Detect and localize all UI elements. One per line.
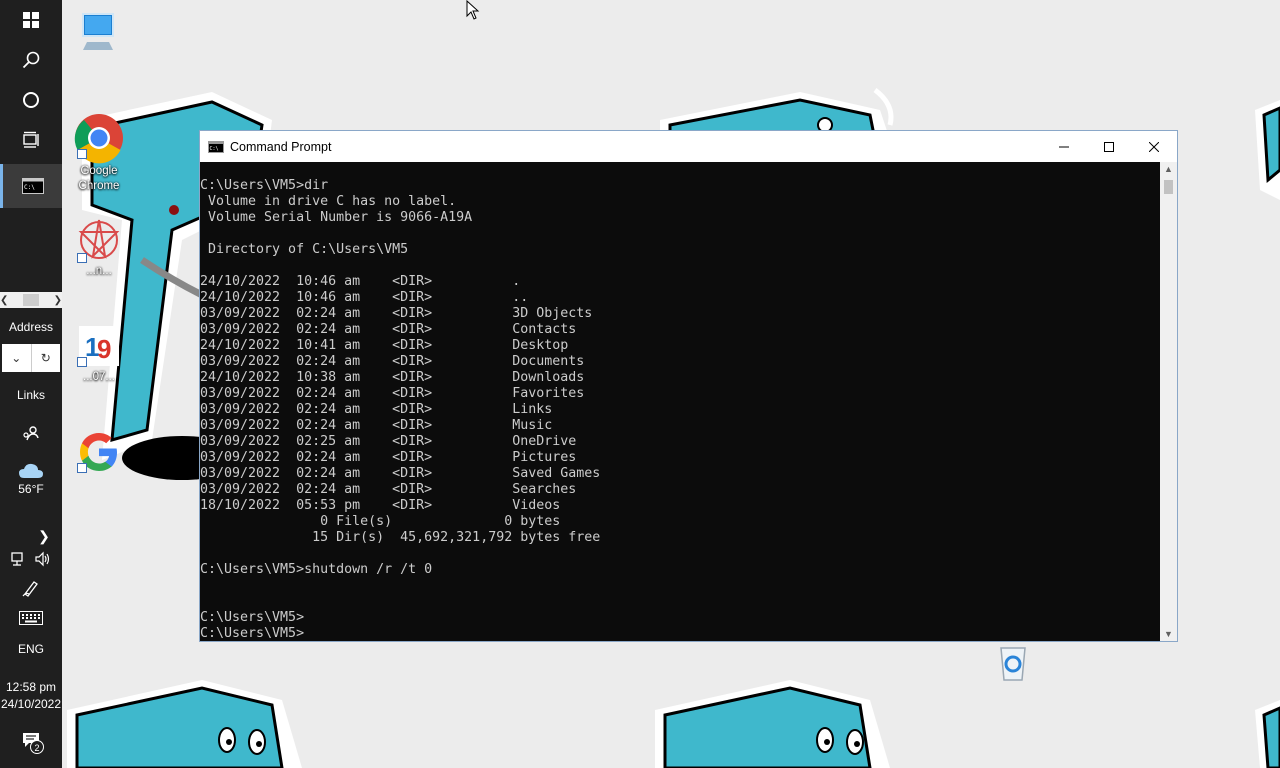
close-icon: [1149, 141, 1159, 152]
windows-start-icon: [23, 12, 39, 28]
command-prompt-window[interactable]: C:\ Command Prompt C:\Users\VM5>dir Volu…: [199, 130, 1178, 642]
wallpaper-mascot-bottom-right: [655, 680, 890, 768]
clock-date[interactable]: 24/10/2022: [0, 697, 62, 711]
task-view-button[interactable]: [0, 120, 62, 160]
svg-text:9: 9: [97, 334, 111, 364]
notification-badge: 2: [30, 740, 44, 754]
shortcut-arrow-icon: [77, 253, 87, 263]
scroll-up-icon[interactable]: ▲: [1160, 164, 1177, 174]
address-toolbar-label: Address: [8, 320, 54, 334]
people-button[interactable]: [0, 414, 62, 454]
input-language[interactable]: ENG: [0, 642, 62, 656]
svg-text:C:\: C:\: [210, 146, 219, 152]
touch-keyboard-button[interactable]: [0, 598, 62, 638]
task-view-icon: [23, 131, 39, 148]
cloud-icon: [19, 463, 43, 478]
desktop-icon-label: ...07...: [83, 371, 115, 383]
scroll-thumb[interactable]: [23, 294, 39, 306]
chevron-down-icon[interactable]: ⌄: [2, 344, 31, 372]
shortcut-arrow-icon: [77, 357, 87, 367]
command-prompt-icon: C:\: [21, 178, 44, 194]
desktop-icon-this-pc[interactable]: [62, 8, 136, 56]
wallpaper-mascot-right-edge: [1255, 100, 1280, 200]
search-icon: [22, 51, 40, 69]
mouse-cursor-icon: [466, 0, 480, 20]
desktop-icon-recycle-bin[interactable]: [976, 640, 1050, 684]
start-button[interactable]: [0, 0, 62, 40]
people-icon: [23, 426, 39, 441]
scroll-thumb[interactable]: [1164, 180, 1173, 194]
chevron-right-icon: ❯: [38, 527, 50, 544]
taskbar: C:\ ❮ ❯ Address ⌄ ↻ Links 56°F ❯ ENG 12:…: [0, 0, 62, 768]
desktop-icon-app-shortcut-red[interactable]: ...n...: [62, 216, 136, 279]
desktop-icon-label: ...n...: [86, 265, 112, 277]
close-button[interactable]: [1131, 131, 1177, 162]
desktop-icon-google[interactable]: [62, 428, 136, 476]
desktop-icon-google-chrome[interactable]: Google Chrome: [62, 112, 136, 194]
maximize-icon: [1104, 141, 1114, 152]
recycle-bin-icon: [1000, 647, 1026, 681]
shortcut-arrow-icon: [77, 149, 87, 159]
network-icon[interactable]: [10, 551, 28, 567]
toolbar-scroll-row: ❮ ❯: [0, 292, 62, 308]
links-toolbar-label[interactable]: Links: [0, 388, 62, 402]
desktop-icon-app-shortcut-19[interactable]: 1 9 ...07...: [62, 322, 136, 385]
maximize-button[interactable]: [1086, 131, 1132, 162]
scroll-down-icon[interactable]: ▼: [1160, 629, 1177, 639]
taskbar-command-prompt[interactable]: C:\: [0, 164, 62, 208]
computer-icon: [82, 13, 114, 50]
wallpaper-mascot-bottom-edge: [1255, 700, 1280, 768]
window-title: Command Prompt: [230, 139, 332, 154]
address-input[interactable]: ⌄ ↻: [2, 344, 60, 372]
desktop-icon-label: Google Chrome: [78, 165, 120, 192]
action-center-button[interactable]: 2: [0, 720, 62, 760]
volume-icon[interactable]: [34, 551, 52, 567]
refresh-icon[interactable]: ↻: [30, 344, 61, 372]
cortana-icon: [23, 92, 39, 108]
pen-icon: [22, 581, 38, 597]
weather-widget[interactable]: 56°F: [0, 462, 62, 496]
console-output: C:\Users\VM5>dir Volume in drive C has n…: [200, 178, 601, 641]
shortcut-arrow-icon: [77, 463, 87, 473]
tray-network-volume: [10, 551, 52, 567]
vertical-scrollbar[interactable]: ▲ ▼: [1160, 162, 1177, 641]
console-output-area[interactable]: C:\Users\VM5>dir Volume in drive C has n…: [200, 162, 1160, 641]
svg-text:C:\: C:\: [24, 184, 35, 191]
scroll-right-icon[interactable]: ❯: [54, 295, 62, 306]
search-button[interactable]: [0, 40, 62, 80]
clock-time[interactable]: 12:58 pm: [0, 680, 62, 694]
wallpaper-mascot-bottom-left: [67, 680, 302, 768]
show-hidden-icons-button[interactable]: ❯: [0, 516, 62, 556]
scroll-left-icon[interactable]: ❮: [0, 295, 8, 306]
cortana-button[interactable]: [0, 80, 62, 120]
minimize-button[interactable]: [1041, 131, 1087, 162]
keyboard-icon: [19, 611, 43, 625]
command-prompt-icon: C:\: [208, 140, 224, 153]
weather-temp: 56°F: [18, 482, 44, 496]
title-bar[interactable]: C:\ Command Prompt: [200, 131, 1177, 162]
minimize-icon: [1059, 146, 1069, 147]
